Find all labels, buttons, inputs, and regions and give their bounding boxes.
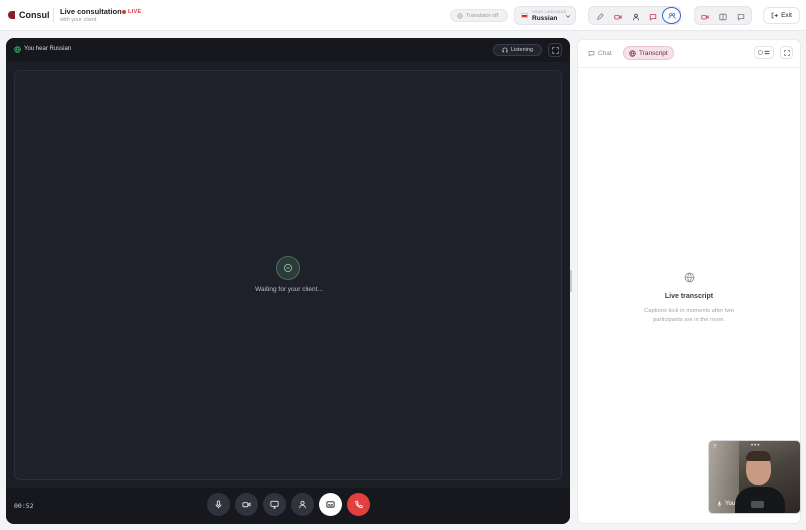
participants-button[interactable] [662,7,681,24]
person-icon [299,500,306,509]
live-indicator-dot [122,10,126,14]
fullscreen-button[interactable] [548,43,562,57]
listening-toggle[interactable]: Listening [493,44,542,56]
participant-button[interactable] [629,10,642,23]
video-area: You hear Russian Listening Waiting for y… [6,38,570,524]
chevron-down-icon [565,15,571,18]
header-divider [53,8,54,23]
hear-language-text: You hear Russian [24,46,72,52]
language-caption: YOUR LANGUAGE [532,10,567,14]
tab-transcript-label: Transcript [639,49,668,57]
tab-chat-label: Chat [598,49,612,57]
translator-toggle[interactable]: Translator off [450,9,508,22]
screen-share-icon [270,500,279,509]
waiting-text: Waiting for your client... [255,286,323,293]
chat-bubble-icon [649,13,656,21]
mic-icon [215,500,222,509]
page-title: Live consultation [60,7,122,16]
split-layout-button[interactable] [716,10,729,23]
drag-grid-icon[interactable]: ⠿ [713,444,717,450]
transcript-empty-description: Captions kick in moments after two parti… [644,308,734,323]
screen-share-button[interactable] [263,493,286,516]
self-view-name: You [725,501,736,507]
live-badge: LIVE [128,9,142,15]
headphones-icon [502,47,508,53]
exit-label: Exit [781,12,792,19]
tool-group-layout [694,6,752,25]
panel-divider [578,67,800,68]
russia-flag-icon [521,13,528,18]
camera-icon [613,14,622,19]
captions-icon [326,501,335,508]
expand-icon [551,46,559,54]
participant-view-button[interactable] [291,493,314,516]
tab-chat[interactable]: Chat [588,47,612,59]
globe-icon [629,49,636,57]
globe-icon [457,12,463,19]
top-bar: Consul Live consultation with your clien… [0,0,806,31]
mic-icon [717,501,722,507]
logo-mark [8,11,15,19]
transcript-settings-button[interactable] [754,46,774,59]
self-view-badge [751,501,764,508]
phone-end-icon [355,500,363,509]
pen-icon [596,12,604,20]
person-icon [632,13,639,20]
globe-icon [14,46,21,53]
camera-button[interactable] [235,493,258,516]
camera-icon [242,502,251,508]
layout-icon [718,13,727,20]
chat-layout-button[interactable] [734,10,747,23]
panel-resize-handle[interactable] [570,270,572,292]
camera-toggle-button[interactable] [611,10,624,23]
globe-icon [758,50,763,55]
video-layout-button[interactable] [698,10,711,23]
self-view-label: You [717,501,735,507]
self-view-hair [746,451,771,461]
panel-expand-button[interactable] [780,46,793,59]
camera-icon [700,14,709,19]
waiting-icon [283,263,293,273]
page-subtitle: with your client [60,17,97,23]
expand-icon [783,49,790,56]
video-top-bar: You hear Russian Listening [6,38,570,62]
tab-transcript[interactable]: Transcript [623,46,674,60]
exit-button[interactable]: Exit [763,7,800,24]
brand-name: Consul [19,10,50,20]
call-timer: 00:52 [14,502,34,510]
call-controls-bar: 00:52 [6,488,570,524]
end-call-button[interactable] [347,493,370,516]
transcript-empty-title: Live transcript [664,293,714,300]
waiting-indicator [276,256,300,280]
self-view-video[interactable]: ⠿ ••• You [708,440,801,514]
more-options-icon[interactable]: ••• [751,443,760,449]
captions-button[interactable] [319,493,342,516]
language-select[interactable]: YOUR LANGUAGE Russian [514,6,576,25]
tool-group-main [588,6,681,25]
remote-video-stage: Waiting for your client... [14,70,562,480]
people-icon [667,12,676,19]
listening-label: Listening [510,47,534,53]
chat-bubble-icon [588,50,595,57]
translator-label: Translator off [466,12,499,19]
log-out-icon [771,12,778,19]
transcript-empty-icon [683,271,695,283]
globe-icon [684,272,694,282]
mic-button[interactable] [207,493,230,516]
chat-bubble-icon [737,13,744,21]
chat-toggle-button[interactable] [646,10,659,23]
sliders-icon [764,50,770,55]
language-value: Russian [532,15,558,22]
annotate-button[interactable] [593,10,606,23]
